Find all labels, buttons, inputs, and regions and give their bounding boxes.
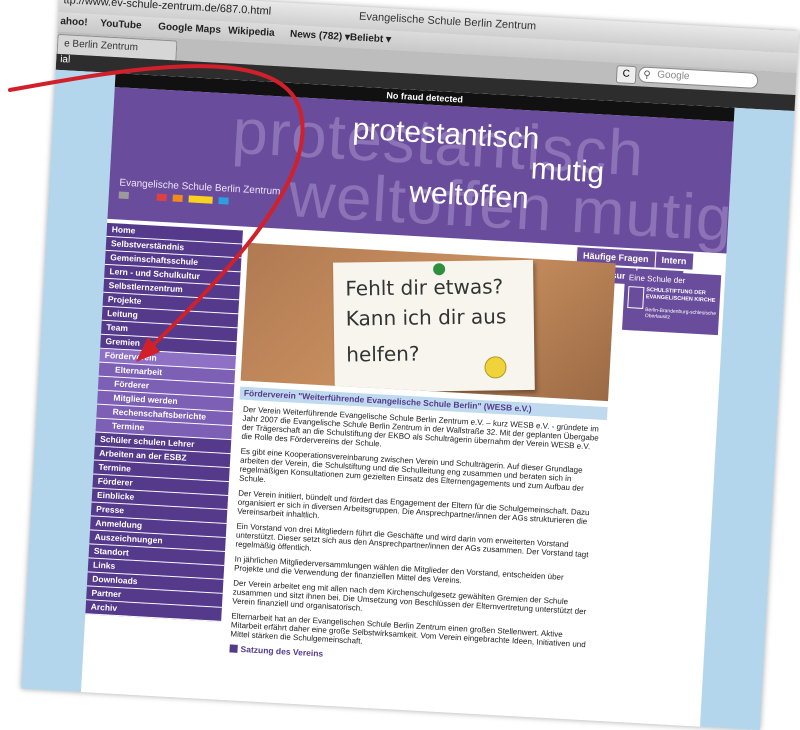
logo-block-red	[156, 193, 167, 202]
note-line-2: Kann ich dir aus	[345, 304, 507, 331]
left-navigation: Home Selbstverständnis Gemeinschaftsschule…	[85, 222, 243, 622]
browser-window: ttp://www.ev-schule-zentrum.de/687.0.htm…	[21, 0, 799, 730]
logo-block-blue	[218, 197, 229, 205]
bookmark-youtube[interactable]: YouTube	[100, 18, 142, 31]
school-name: Evangelische Schule Berlin Zentrum	[119, 177, 281, 198]
checkbox-icon	[229, 644, 238, 653]
bookmark-beliebt[interactable]: Beliebt ▾	[350, 32, 392, 45]
statute-link-label: Satzung des Vereins	[240, 644, 324, 659]
sponsor-title: Eine Schule der	[628, 273, 686, 286]
search-placeholder: Google	[656, 69, 690, 83]
note-line-3: helfen?	[346, 341, 420, 367]
logo-block-gray	[118, 191, 129, 200]
foundation-logo-icon	[627, 286, 645, 309]
search-field[interactable]: ⚲ Google	[637, 66, 759, 89]
slogan-mutig: mutig	[529, 152, 606, 190]
bookmark-news[interactable]: News (782) ▾	[290, 29, 351, 43]
reload-icon[interactable]: C	[615, 65, 637, 85]
photo-note: Fehlt dir etwas? Kann ich dir aus helfen…	[333, 259, 535, 393]
bookmark-yahoo[interactable]: ahoo!	[60, 16, 88, 29]
slogan-weltoffen: weltoffen	[408, 175, 530, 216]
sponsor-box[interactable]: Eine Schule der SCHULSTIFTUNG DER EVANGE…	[622, 269, 722, 336]
header-photo: Fehlt dir etwas? Kann ich dir aus helfen…	[240, 242, 616, 402]
note-line-1: Fehlt dir etwas?	[345, 274, 504, 301]
page-viewport: No fraud detected protestantisch weltoff…	[21, 69, 795, 730]
pushpin-icon	[433, 263, 446, 276]
topnav-intern[interactable]: Intern	[654, 251, 693, 270]
logo-block-orange	[172, 194, 183, 203]
smiley-icon	[484, 356, 507, 379]
logo-block-yellow	[188, 195, 213, 204]
bookmark-google-maps[interactable]: Google Maps	[158, 21, 221, 35]
website: No fraud detected protestantisch weltoff…	[80, 73, 735, 727]
bookmark-wikipedia[interactable]: Wikipedia	[228, 25, 275, 39]
screenshot-scene: ttp://www.ev-schule-zentrum.de/687.0.htm…	[0, 0, 800, 730]
sponsor-org: SCHULSTIFTUNG DER EVANGELISCHEN KIRCHE	[645, 287, 716, 304]
search-icon: ⚲	[642, 69, 651, 81]
article-body: Der Verein Weiterführende Evangelische S…	[229, 405, 602, 674]
sponsor-org-sub: Berlin-Brandenburg-schlesische Oberlausi…	[644, 307, 717, 321]
